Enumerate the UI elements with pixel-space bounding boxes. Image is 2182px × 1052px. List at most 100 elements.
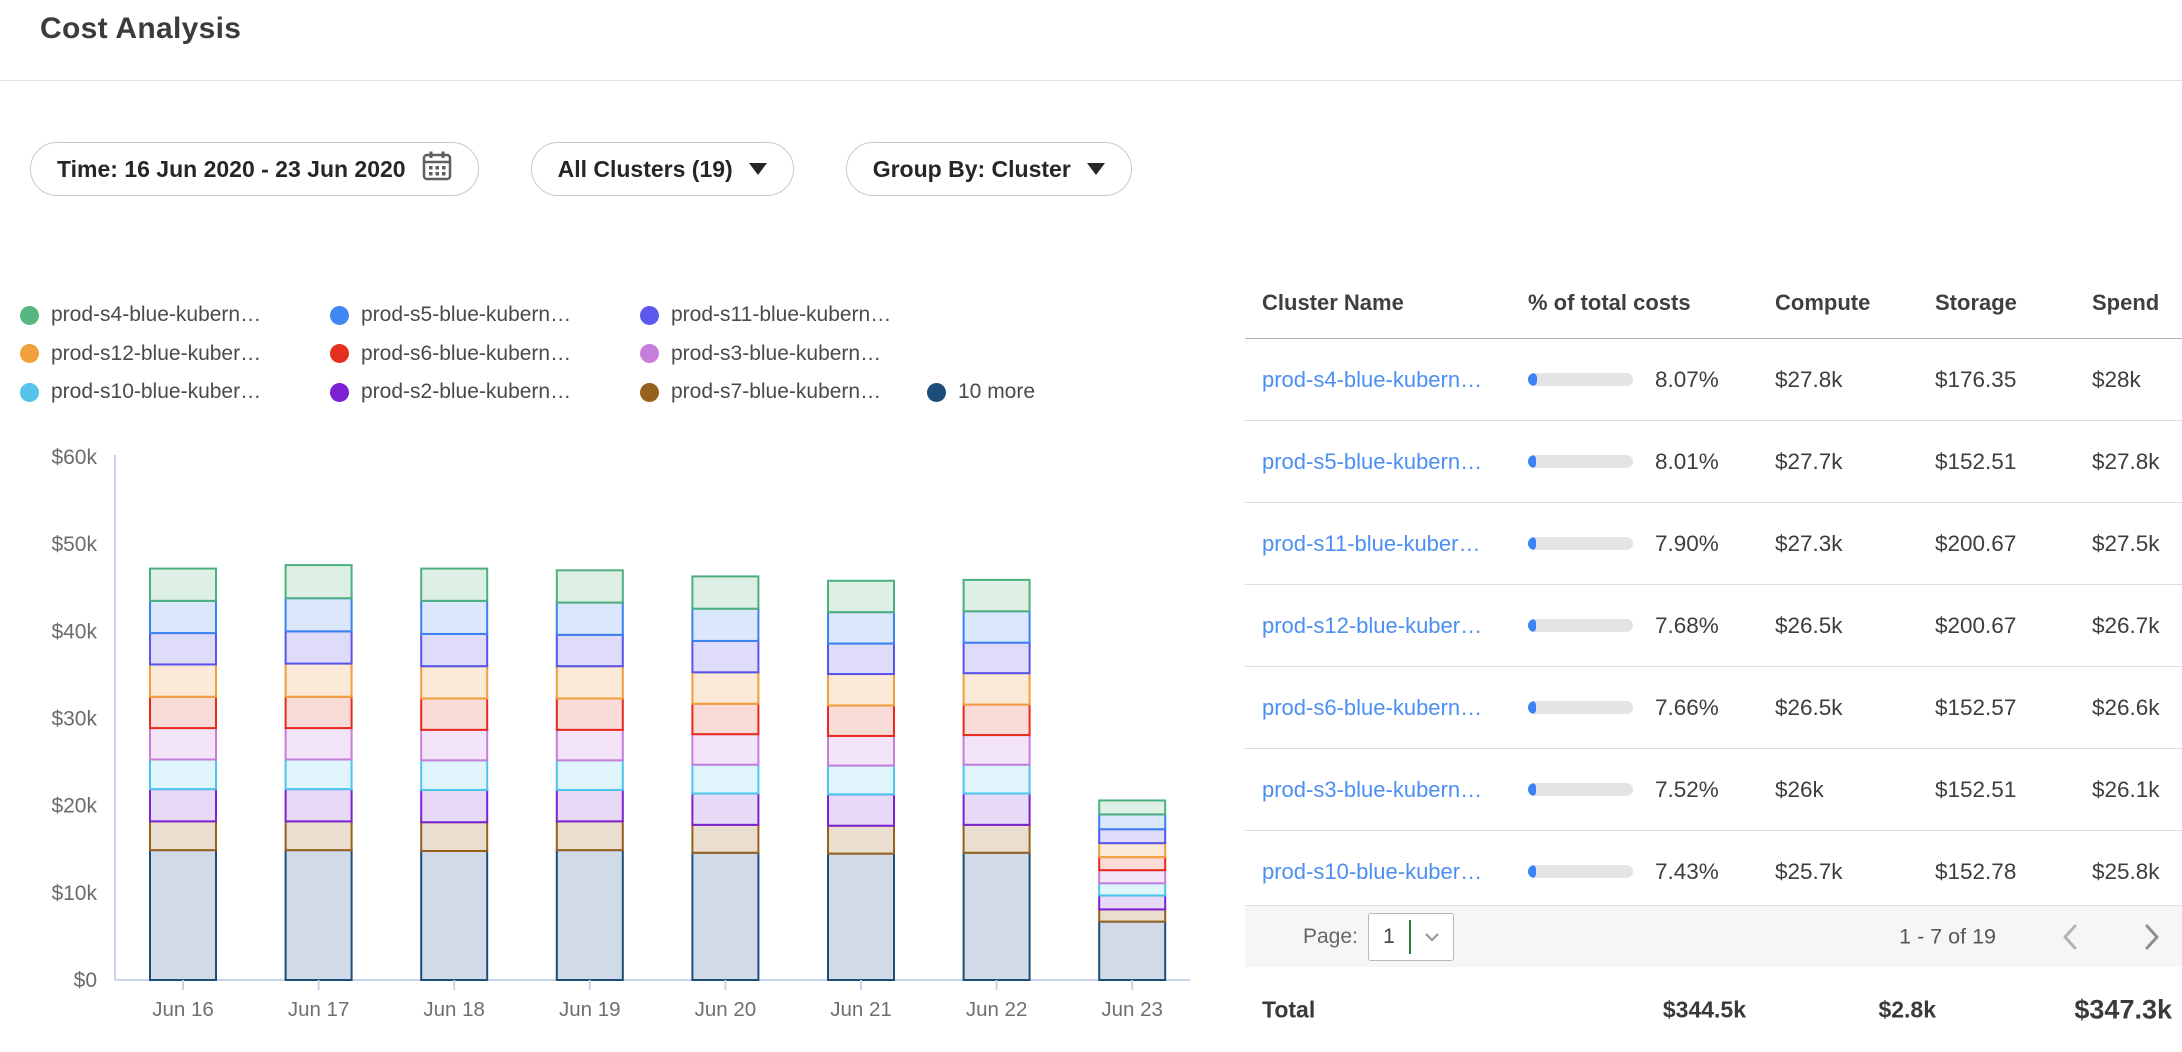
bar-segment[interactable] (828, 854, 894, 980)
legend-item[interactable]: prod-s6-blue-kubern… (330, 342, 640, 366)
bar-segment[interactable] (150, 850, 216, 980)
bar-segment[interactable] (421, 666, 487, 698)
bar-segment[interactable] (828, 612, 894, 643)
bar-segment[interactable] (828, 644, 894, 675)
legend-item[interactable]: 10 more (927, 380, 1035, 404)
bar-segment[interactable] (1099, 829, 1165, 843)
next-page-button[interactable] (2135, 917, 2169, 957)
bar-segment[interactable] (557, 666, 623, 698)
prev-page-button[interactable] (2053, 917, 2087, 957)
bar-segment[interactable] (150, 601, 216, 633)
bar-segment[interactable] (286, 728, 352, 759)
bar-segment[interactable] (692, 672, 758, 703)
bar-segment[interactable] (557, 635, 623, 666)
bar-segment[interactable] (557, 790, 623, 821)
bar-segment[interactable] (557, 570, 623, 602)
bar-segment[interactable] (150, 664, 216, 696)
bar-segment[interactable] (1099, 895, 1165, 909)
legend-item[interactable]: prod-s12-blue-kuber… (20, 342, 330, 366)
bar-segment[interactable] (286, 789, 352, 821)
bar-segment[interactable] (286, 850, 352, 980)
cluster-link[interactable]: prod-s3-blue-kubern… (1262, 777, 1528, 803)
bar-segment[interactable] (828, 794, 894, 825)
bar-segment[interactable] (964, 580, 1030, 611)
bar-segment[interactable] (557, 821, 623, 850)
bar-segment[interactable] (1099, 870, 1165, 883)
bar-segment[interactable] (150, 728, 216, 759)
bar-segment[interactable] (964, 825, 1030, 853)
bar-segment[interactable] (286, 664, 352, 697)
legend-item[interactable]: prod-s10-blue-kuber… (20, 380, 330, 404)
legend-item[interactable]: prod-s3-blue-kubern… (640, 342, 927, 366)
bar-segment[interactable] (150, 633, 216, 664)
bar-segment[interactable] (150, 821, 216, 850)
bar-segment[interactable] (286, 759, 352, 789)
legend-item[interactable]: prod-s4-blue-kubern… (20, 303, 330, 327)
bar-segment[interactable] (1099, 843, 1165, 857)
bar-segment[interactable] (964, 673, 1030, 704)
bar-segment[interactable] (692, 825, 758, 853)
cluster-link[interactable]: prod-s5-blue-kubern… (1262, 449, 1528, 475)
bar-segment[interactable] (692, 576, 758, 608)
bar-segment[interactable] (286, 821, 352, 850)
bar-segment[interactable] (964, 765, 1030, 794)
bar-segment[interactable] (1099, 800, 1165, 814)
bar-segment[interactable] (692, 704, 758, 735)
cluster-link[interactable]: prod-s4-blue-kubern… (1262, 367, 1528, 393)
bar-segment[interactable] (421, 601, 487, 634)
bar-segment[interactable] (557, 850, 623, 980)
bar-segment[interactable] (692, 734, 758, 765)
legend-item[interactable]: prod-s2-blue-kubern… (330, 380, 640, 404)
legend-item[interactable]: prod-s5-blue-kubern… (330, 303, 640, 327)
bar-segment[interactable] (964, 853, 1030, 980)
legend-item[interactable]: prod-s11-blue-kubern… (640, 303, 927, 327)
bar-segment[interactable] (828, 705, 894, 736)
bar-segment[interactable] (964, 643, 1030, 674)
bar-segment[interactable] (964, 735, 1030, 765)
bar-segment[interactable] (964, 793, 1030, 824)
bar-segment[interactable] (286, 631, 352, 663)
cluster-link[interactable]: prod-s6-blue-kubern… (1262, 695, 1528, 721)
bar-segment[interactable] (964, 611, 1030, 642)
clusters-filter-dropdown[interactable]: All Clusters (19) (531, 142, 794, 196)
bar-segment[interactable] (1099, 909, 1165, 921)
bar-segment[interactable] (421, 760, 487, 790)
cluster-link[interactable]: prod-s10-blue-kuber… (1262, 859, 1528, 885)
group-by-dropdown[interactable]: Group By: Cluster (846, 142, 1132, 196)
bar-segment[interactable] (421, 822, 487, 851)
bar-segment[interactable] (828, 581, 894, 612)
bar-segment[interactable] (286, 565, 352, 598)
bar-segment[interactable] (692, 641, 758, 672)
col-header-storage[interactable]: Storage (1935, 290, 2092, 316)
bar-segment[interactable] (692, 793, 758, 824)
bar-segment[interactable] (692, 765, 758, 794)
bar-segment[interactable] (557, 698, 623, 729)
bar-segment[interactable] (828, 674, 894, 705)
col-header-cluster-name[interactable]: Cluster Name (1262, 290, 1528, 316)
bar-segment[interactable] (557, 603, 623, 635)
bar-segment[interactable] (421, 698, 487, 729)
cluster-link[interactable]: prod-s11-blue-kuber… (1262, 531, 1528, 557)
bar-segment[interactable] (150, 569, 216, 601)
col-header-pct-total-costs[interactable]: % of total costs (1528, 290, 1775, 316)
bar-segment[interactable] (286, 697, 352, 728)
bar-segment[interactable] (964, 705, 1030, 736)
bar-segment[interactable] (286, 598, 352, 631)
bar-segment[interactable] (828, 766, 894, 795)
bar-segment[interactable] (421, 634, 487, 666)
bar-segment[interactable] (421, 569, 487, 601)
legend-item[interactable]: prod-s7-blue-kubern… (640, 380, 927, 404)
bar-segment[interactable] (1099, 814, 1165, 829)
cluster-link[interactable]: prod-s12-blue-kuber… (1262, 613, 1528, 639)
bar-segment[interactable] (1099, 857, 1165, 870)
bar-segment[interactable] (421, 730, 487, 761)
bar-segment[interactable] (150, 759, 216, 789)
bar-segment[interactable] (557, 760, 623, 790)
bar-segment[interactable] (421, 851, 487, 980)
bar-segment[interactable] (1099, 922, 1165, 980)
col-header-compute[interactable]: Compute (1775, 290, 1935, 316)
bar-segment[interactable] (557, 730, 623, 761)
bar-segment[interactable] (692, 609, 758, 641)
bar-segment[interactable] (692, 853, 758, 980)
bar-segment[interactable] (1099, 883, 1165, 895)
